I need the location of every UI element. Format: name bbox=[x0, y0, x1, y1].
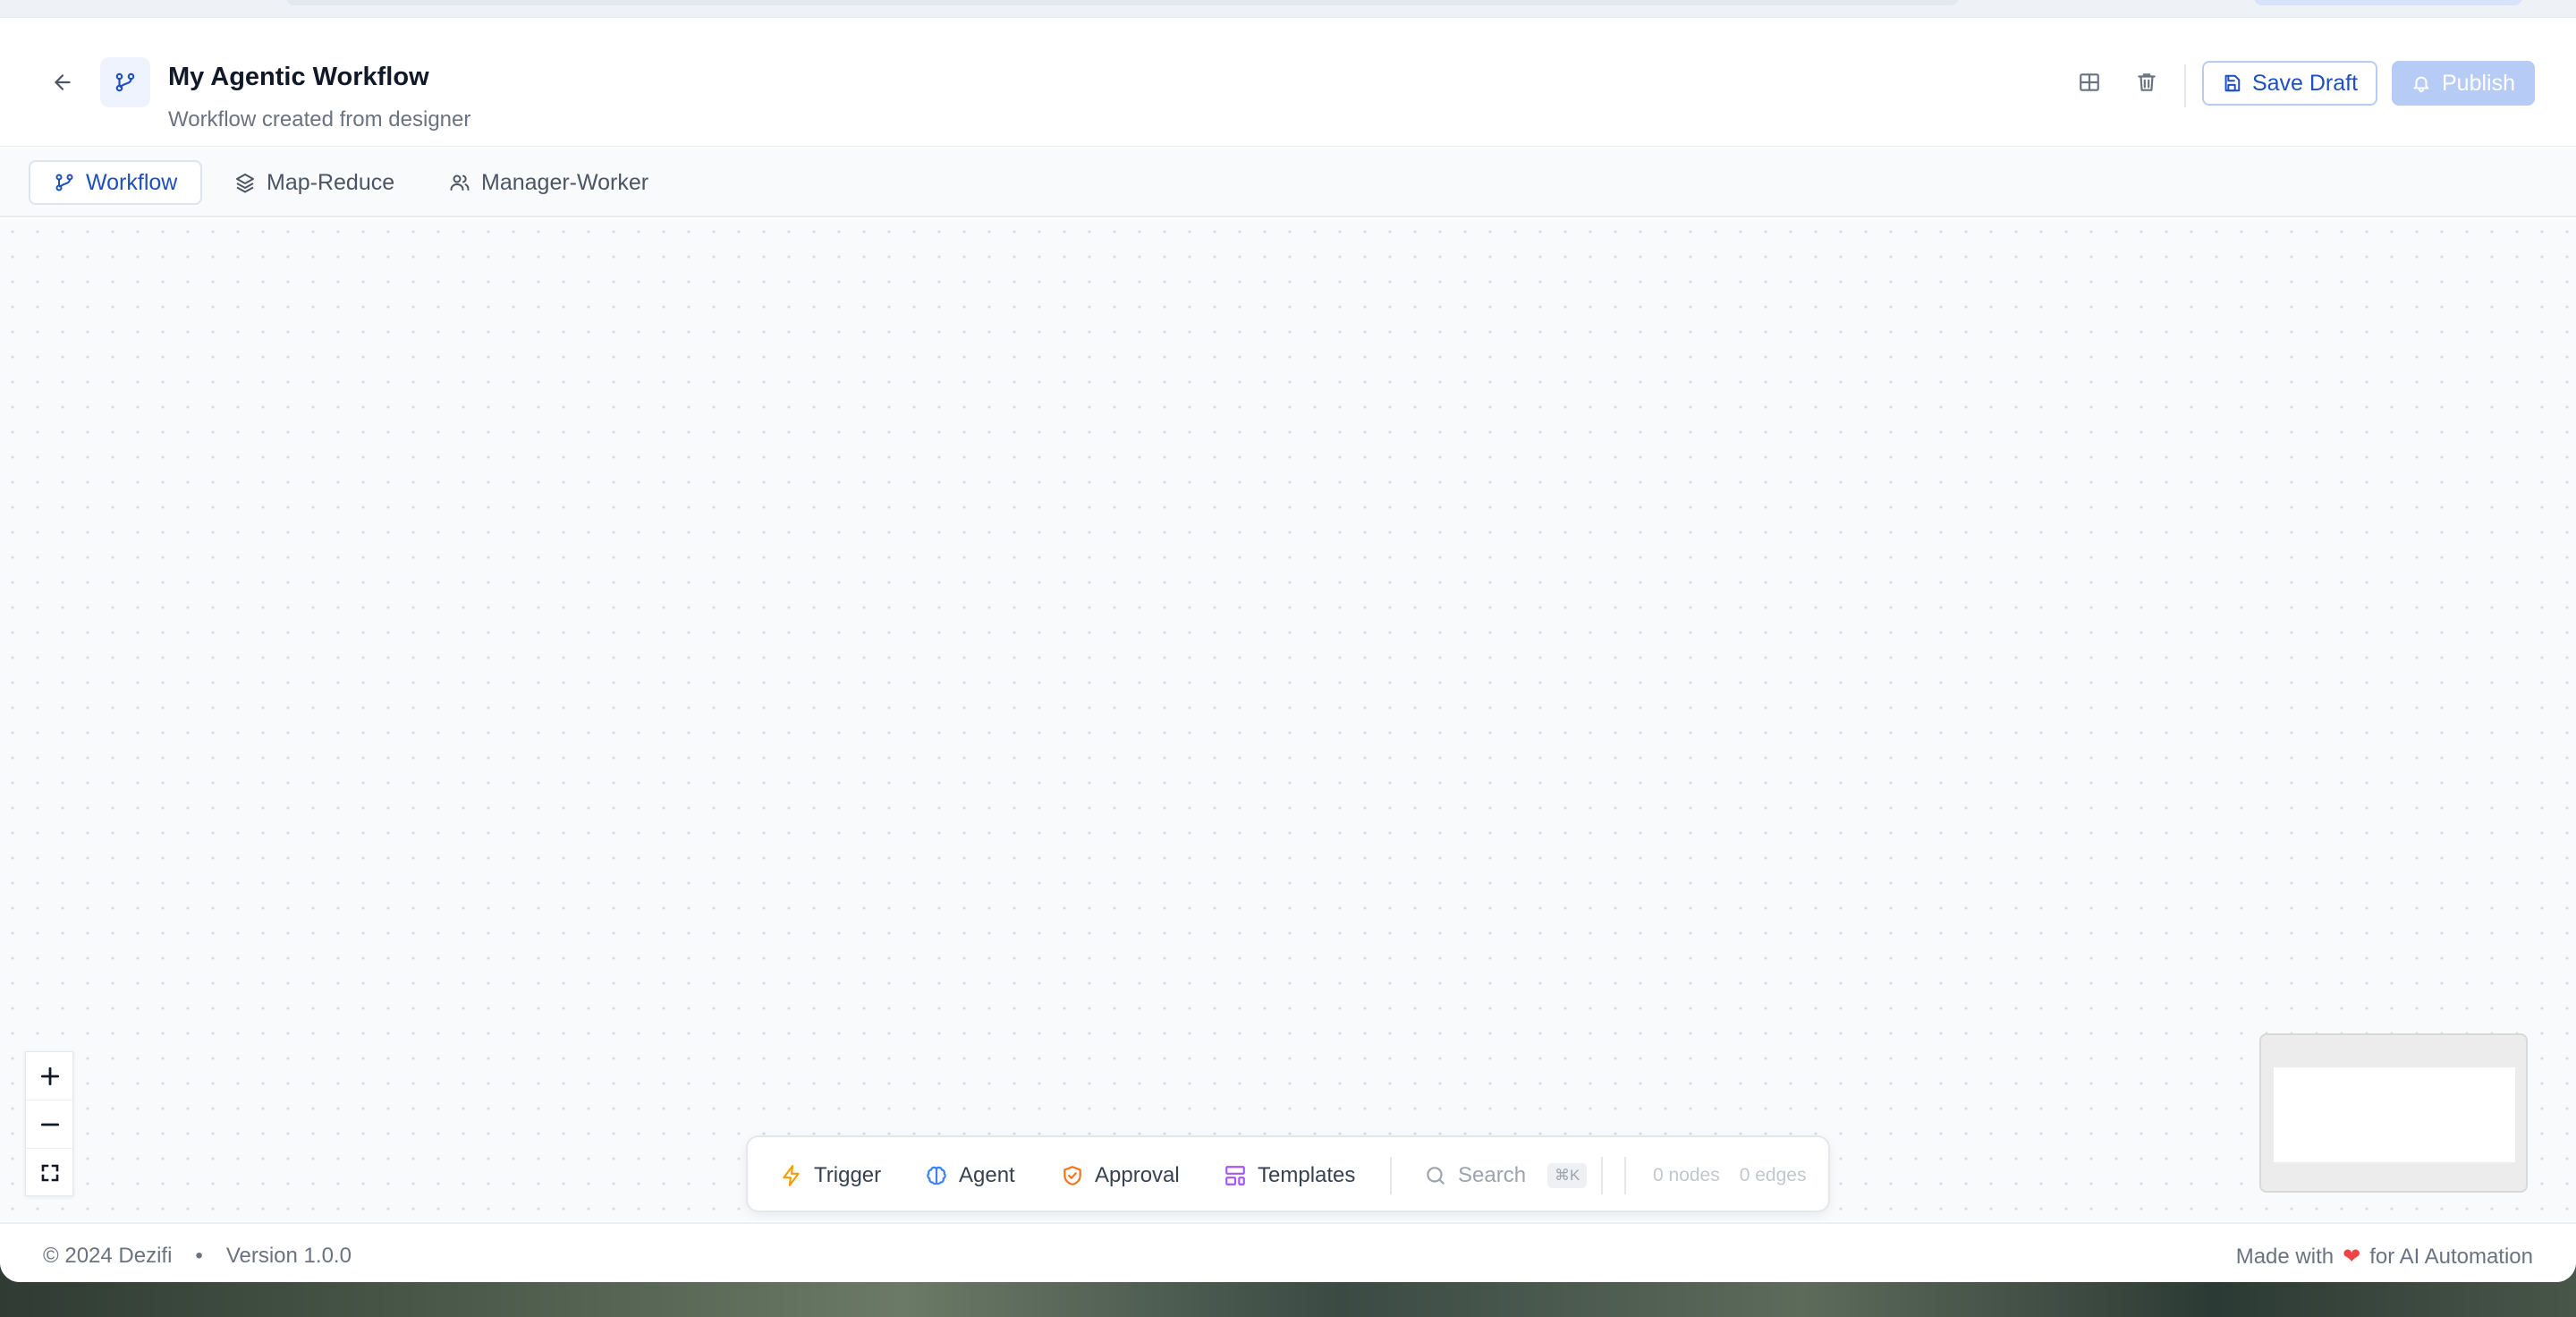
zap-icon bbox=[783, 1165, 800, 1186]
add-agent-button[interactable]: Agent bbox=[925, 1157, 1015, 1194]
tab-workflow[interactable]: Workflow bbox=[29, 160, 203, 205]
copyright-text: © 2024 Dezifi bbox=[43, 1244, 173, 1268]
zoom-in-button[interactable] bbox=[26, 1052, 74, 1100]
git-branch-icon bbox=[55, 174, 73, 191]
pattern-tabs: Workflow Map-Reduce Manager-Worker bbox=[0, 148, 2576, 217]
toolbar-divider bbox=[1601, 1157, 1603, 1194]
node-toolbar: Trigger Agent Approval Templates Search … bbox=[746, 1135, 1830, 1212]
tab-label: Map-Reduce bbox=[267, 169, 395, 195]
minus-icon bbox=[40, 1123, 60, 1126]
publish-button[interactable]: Publish bbox=[2392, 61, 2535, 106]
workflow-badge bbox=[100, 57, 150, 107]
browser-action[interactable] bbox=[2254, 0, 2522, 5]
page-title: My Agentic Workflow bbox=[168, 63, 429, 91]
save-draft-button[interactable]: Save Draft bbox=[2202, 61, 2377, 106]
minimap[interactable] bbox=[2259, 1033, 2528, 1193]
version-text: Version 1.0.0 bbox=[225, 1244, 352, 1268]
zoom-controls bbox=[25, 1051, 74, 1197]
add-trigger-button[interactable]: Trigger bbox=[780, 1157, 881, 1194]
users-icon bbox=[450, 174, 470, 191]
tab-label: Workflow bbox=[86, 169, 178, 195]
search-button[interactable]: Search ⌘K bbox=[1424, 1157, 1588, 1194]
git-branch-icon bbox=[115, 72, 135, 92]
zoom-out-button[interactable] bbox=[26, 1100, 74, 1149]
edge-count: 0 edges bbox=[1739, 1165, 1807, 1185]
shortcut-badge: ⌘K bbox=[1547, 1163, 1588, 1188]
trigger-label: Trigger bbox=[814, 1163, 882, 1187]
node-count: 0 nodes bbox=[1653, 1165, 1720, 1185]
arrow-left-icon bbox=[55, 74, 71, 90]
tab-map-reduce[interactable]: Map-Reduce bbox=[211, 160, 418, 205]
delete-button[interactable] bbox=[2129, 64, 2165, 100]
footer-bullet: • bbox=[195, 1244, 203, 1268]
add-approval-button[interactable]: Approval bbox=[1061, 1157, 1180, 1194]
toolbar-divider bbox=[1624, 1157, 1626, 1194]
tab-label: Manager-Worker bbox=[481, 169, 649, 195]
for-ai-text: for AI Automation bbox=[2369, 1244, 2533, 1269]
plus-icon bbox=[40, 1066, 60, 1085]
agent-label: Agent bbox=[959, 1163, 1015, 1187]
workflow-canvas[interactable]: Trigger Agent Approval Templates Search … bbox=[0, 219, 2576, 1221]
heart-icon: ❤ bbox=[2343, 1245, 2361, 1269]
back-button[interactable] bbox=[45, 64, 80, 100]
trash-icon bbox=[2138, 73, 2156, 91]
save-icon bbox=[2224, 74, 2241, 92]
layout-button[interactable] bbox=[2072, 64, 2107, 100]
fit-view-button[interactable] bbox=[26, 1149, 74, 1197]
layers-icon bbox=[236, 174, 254, 193]
toolbar-divider bbox=[1390, 1157, 1392, 1194]
templates-label: Templates bbox=[1258, 1163, 1356, 1187]
fit-view-icon bbox=[41, 1164, 59, 1182]
workflow-designer-app: My Agentic Workflow Workflow created fro… bbox=[0, 18, 2576, 1282]
search-label: Search bbox=[1458, 1163, 1527, 1187]
approval-label: Approval bbox=[1095, 1163, 1180, 1187]
brain-icon bbox=[927, 1166, 946, 1185]
tab-manager-worker[interactable]: Manager-Worker bbox=[426, 160, 672, 205]
address-bar[interactable] bbox=[286, 0, 1959, 5]
header-divider bbox=[2184, 64, 2186, 107]
header: My Agentic Workflow Workflow created fro… bbox=[0, 18, 2576, 147]
made-with-text: Made with bbox=[2235, 1244, 2334, 1269]
page-subtitle: Workflow created from designer bbox=[168, 107, 471, 132]
bell-icon bbox=[2413, 76, 2429, 93]
footer: © 2024 Dezifi • Version 1.0.0 Made with … bbox=[0, 1222, 2576, 1282]
search-icon bbox=[1427, 1167, 1445, 1185]
save-draft-label: Save Draft bbox=[2251, 70, 2359, 96]
canvas-stats: 0 nodes 0 edges bbox=[1653, 1157, 1806, 1194]
publish-label: Publish bbox=[2442, 70, 2515, 96]
minimap-viewport[interactable] bbox=[2274, 1067, 2515, 1162]
layout-grid-icon bbox=[2080, 73, 2099, 91]
browser-top-strip bbox=[0, 0, 2576, 18]
shield-check-icon bbox=[1063, 1166, 1081, 1185]
templates-button[interactable]: Templates bbox=[1224, 1157, 1355, 1194]
layout-template-icon bbox=[1225, 1166, 1245, 1185]
